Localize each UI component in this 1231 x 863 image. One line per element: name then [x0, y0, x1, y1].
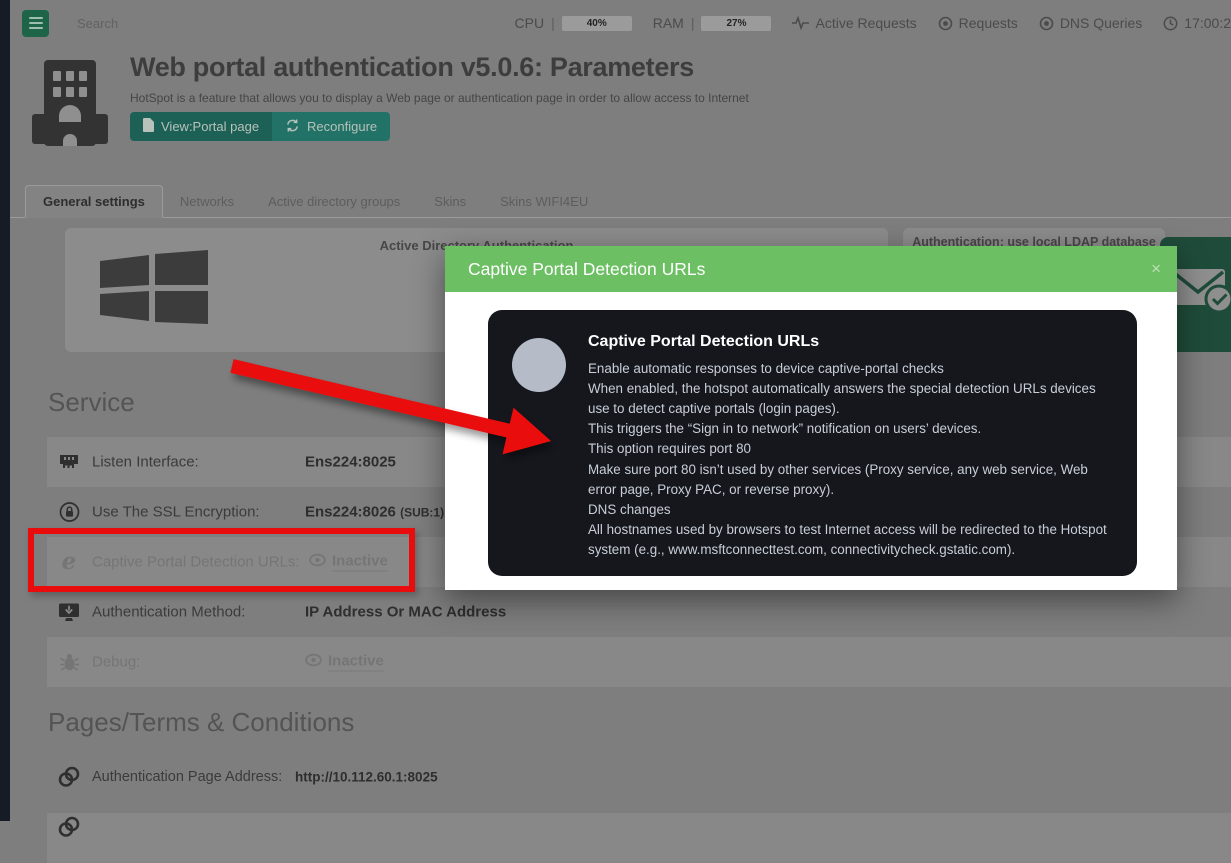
- clock-time: 17:00:2: [1184, 15, 1231, 31]
- page-title: Web portal authentication v5.0.6: Parame…: [130, 52, 694, 82]
- ram-label: RAM: [652, 15, 684, 31]
- row-authentication-page-address: Authentication Page Address: http://10.1…: [47, 753, 1231, 801]
- ram-percent: 27%: [726, 17, 747, 29]
- pulse-icon: [792, 16, 810, 30]
- requests-menu-item[interactable]: Requests: [938, 15, 1018, 31]
- lock-icon: [55, 502, 83, 523]
- header-button-group: View:Portal page Reconfigure: [130, 112, 391, 141]
- captive-portal-modal: Captive Portal Detection URLs × Captive …: [445, 246, 1177, 590]
- collapsed-sidebar: [0, 0, 10, 821]
- row-label: Authentication Page Address:: [92, 769, 283, 785]
- row-value: Ens224:8026 (SUB:1): [305, 503, 445, 521]
- close-icon[interactable]: ×: [1151, 246, 1161, 292]
- tooltip-paragraph: All hostnames used by browsers to test I…: [588, 521, 1107, 557]
- pages-terms-section: Pages/Terms & Conditions Authentication …: [10, 695, 1231, 863]
- tab-skins-wifi4eu[interactable]: Skins WIFI4EU: [483, 186, 605, 217]
- tab-skins[interactable]: Skins: [417, 186, 483, 217]
- tab-general-settings[interactable]: General settings: [25, 185, 163, 218]
- tooltip-paragraph: This triggers the “Sign in to network” n…: [588, 421, 982, 437]
- debug-inactive-toggle[interactable]: Inactive: [305, 653, 384, 672]
- highlight-rectangle-annotation: [28, 528, 415, 592]
- building-icon: [30, 58, 110, 155]
- row-label: Authentication Method:: [92, 603, 246, 621]
- modal-header: Captive Portal Detection URLs ×: [445, 246, 1177, 292]
- tooltip-paragraph: When enabled, the hotspot automatically …: [588, 381, 1096, 417]
- pages-terms-heading: Pages/Terms & Conditions: [48, 707, 355, 737]
- eye-icon: [305, 653, 322, 671]
- bug-icon: [55, 653, 83, 672]
- reconfigure-label: Reconfigure: [307, 119, 378, 134]
- top-bar-status-cluster: CPU | 40% RAM | 27% Active Requests Reques…: [515, 15, 1231, 31]
- tooltip-paragraph: Make sure port 80 isn’t used by other se…: [588, 461, 1088, 497]
- target-icon: [1039, 16, 1054, 31]
- tab-networks[interactable]: Networks: [163, 186, 251, 217]
- reconfigure-button[interactable]: Reconfigure: [272, 112, 391, 141]
- dns-queries-label: DNS Queries: [1059, 15, 1143, 31]
- row-value: http://10.112.60.1:8025: [295, 769, 438, 785]
- tooltip-paragraph: Enable automatic responses to device cap…: [588, 361, 944, 376]
- top-bar: CPU| 40% RAM| 27% Active Requests Reques…: [10, 0, 1231, 46]
- view-portal-page-label: View:Portal page: [161, 119, 260, 134]
- envelope-check-icon: [1171, 269, 1231, 314]
- tab-bar: General settings Networks Active directo…: [10, 185, 1231, 218]
- search-input[interactable]: [75, 14, 295, 32]
- row-label: Debug:: [92, 653, 141, 671]
- link-chain-icon: [55, 766, 83, 788]
- active-requests-label: Active Requests: [815, 15, 917, 31]
- target-icon: [938, 16, 953, 31]
- service-heading: Service: [48, 387, 135, 417]
- cpu-label: CPU: [514, 15, 545, 31]
- cpu-percent: 40%: [586, 17, 607, 29]
- view-portal-page-button[interactable]: View:Portal page: [130, 112, 273, 141]
- dns-queries-menu-item[interactable]: DNS Queries: [1039, 15, 1142, 31]
- refresh-icon: [285, 118, 300, 135]
- inactive-label: Inactive: [328, 652, 384, 672]
- tooltip-paragraph: DNS changes: [588, 501, 671, 517]
- clock-display: 17:00:2: [1163, 15, 1231, 31]
- requests-label: Requests: [958, 15, 1018, 31]
- page-file-icon: [143, 118, 154, 135]
- page-header: Web portal authentication v5.0.6: Parame…: [10, 46, 1231, 170]
- monitor-download-icon: [55, 603, 83, 622]
- tooltip-card: Captive Portal Detection URLs Enable aut…: [488, 310, 1137, 577]
- page-subtitle: HotSpot is a feature that allows you to …: [130, 91, 749, 105]
- modal-title: Captive Portal Detection URLs: [468, 259, 706, 279]
- row-value-suffix: (SUB:1): [400, 505, 445, 520]
- link-chain-icon: [55, 816, 83, 838]
- tooltip-text: Captive Portal Detection URLs Enable aut…: [588, 328, 1111, 560]
- tooltip-title: Captive Portal Detection URLs: [588, 333, 820, 350]
- ram-meter: RAM | 27%: [653, 15, 772, 31]
- row-authentication-method: Authentication Method: IP Address Or MAC…: [47, 587, 1231, 637]
- clock-icon: [1163, 16, 1178, 31]
- tooltip-paragraph: This option requires port 80: [588, 441, 752, 457]
- ram-progress-bar: 27%: [701, 15, 772, 31]
- hamburger-menu-button[interactable]: [22, 9, 49, 37]
- row-label: Listen Interface:: [92, 453, 199, 471]
- tooltip-icon-circle: [512, 338, 566, 392]
- row-debug: Debug: Inactive: [47, 637, 1231, 687]
- active-requests-menu-item[interactable]: Active Requests: [792, 15, 917, 31]
- row-value: IP Address Or MAC Address: [305, 603, 507, 621]
- row-value: Ens224:8025: [305, 453, 396, 471]
- cpu-meter: CPU | 40%: [515, 15, 632, 31]
- windows-logo-icon: [100, 250, 208, 329]
- cpu-progress-bar: 40%: [561, 15, 632, 31]
- modal-body: Captive Portal Detection URLs Enable aut…: [445, 292, 1177, 590]
- ethernet-port-icon: [55, 453, 83, 471]
- tab-active-directory-groups[interactable]: Active directory groups: [251, 186, 417, 217]
- row-label: Use The SSL Encryption:: [92, 503, 260, 521]
